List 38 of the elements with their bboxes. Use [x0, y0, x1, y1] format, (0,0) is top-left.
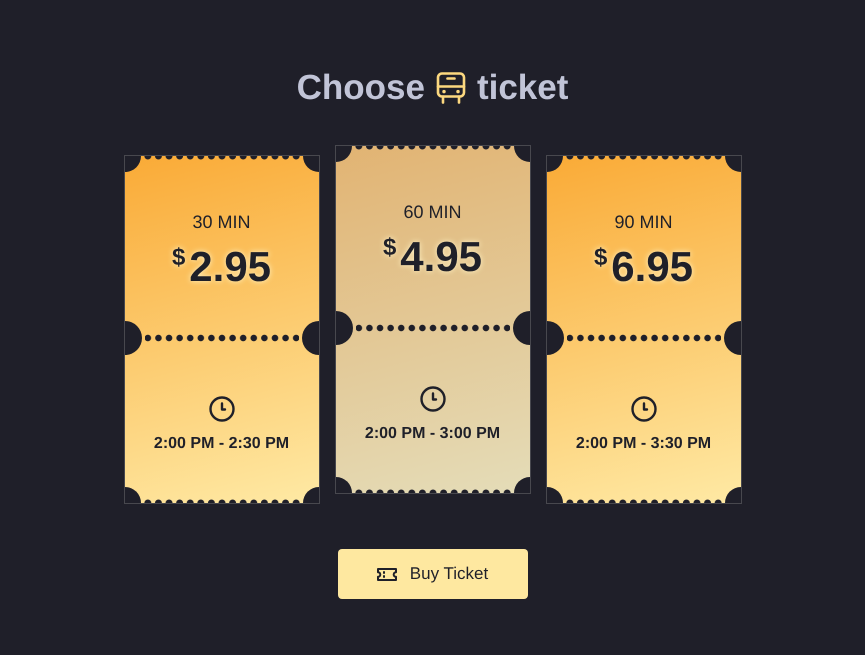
- corner-notch: [514, 477, 530, 493]
- ticket-card[interactable]: 30 MIN $2.95 2:00 PM - 2:30 PM: [124, 155, 320, 504]
- ticket-card[interactable]: 60 MIN $4.95 2:00 PM - 3:00 PM: [334, 145, 530, 494]
- corner-notch: [302, 156, 318, 172]
- corner-notch: [336, 477, 352, 493]
- ticket-card[interactable]: 90 MIN $6.95 2:00 PM - 3:30 PM: [546, 155, 742, 504]
- corner-notch: [724, 487, 740, 503]
- time-range-text: 2:00 PM - 2:30 PM: [154, 436, 290, 452]
- duration-label: 30 MIN: [192, 213, 251, 231]
- corner-notch: [724, 156, 740, 172]
- title-text: Choose: [296, 70, 425, 105]
- time-range-text: 2:00 PM - 3:00 PM: [364, 426, 500, 442]
- corner-notch: [124, 156, 140, 172]
- time-range-text: 2:00 PM - 3:30 PM: [576, 436, 712, 452]
- ticket-price: $4.95: [382, 236, 482, 278]
- corner-notch: [124, 487, 140, 503]
- side-notch: [546, 321, 564, 355]
- side-notch: [302, 321, 318, 355]
- clock-icon: [208, 396, 234, 422]
- corner-notch: [336, 146, 352, 162]
- bus-icon: [436, 72, 466, 104]
- buy-ticket-button[interactable]: Buy Ticket: [338, 549, 528, 599]
- title-text: ticket: [476, 70, 568, 105]
- clock-icon: [420, 386, 446, 412]
- clock-icon: [630, 396, 656, 422]
- ticket-icon: [376, 568, 397, 580]
- side-notch: [512, 311, 530, 345]
- ticket-price: $2.95: [172, 246, 272, 288]
- corner-notch: [546, 487, 562, 503]
- duration-label: 60 MIN: [403, 203, 462, 221]
- corner-notch: [302, 487, 318, 503]
- duration-label: 90 MIN: [614, 213, 673, 231]
- side-notch: [124, 321, 142, 355]
- side-notch: [336, 311, 352, 345]
- ticket-price: $6.95: [594, 246, 694, 288]
- corner-notch: [546, 156, 562, 172]
- side-notch: [724, 321, 740, 355]
- corner-notch: [514, 146, 530, 162]
